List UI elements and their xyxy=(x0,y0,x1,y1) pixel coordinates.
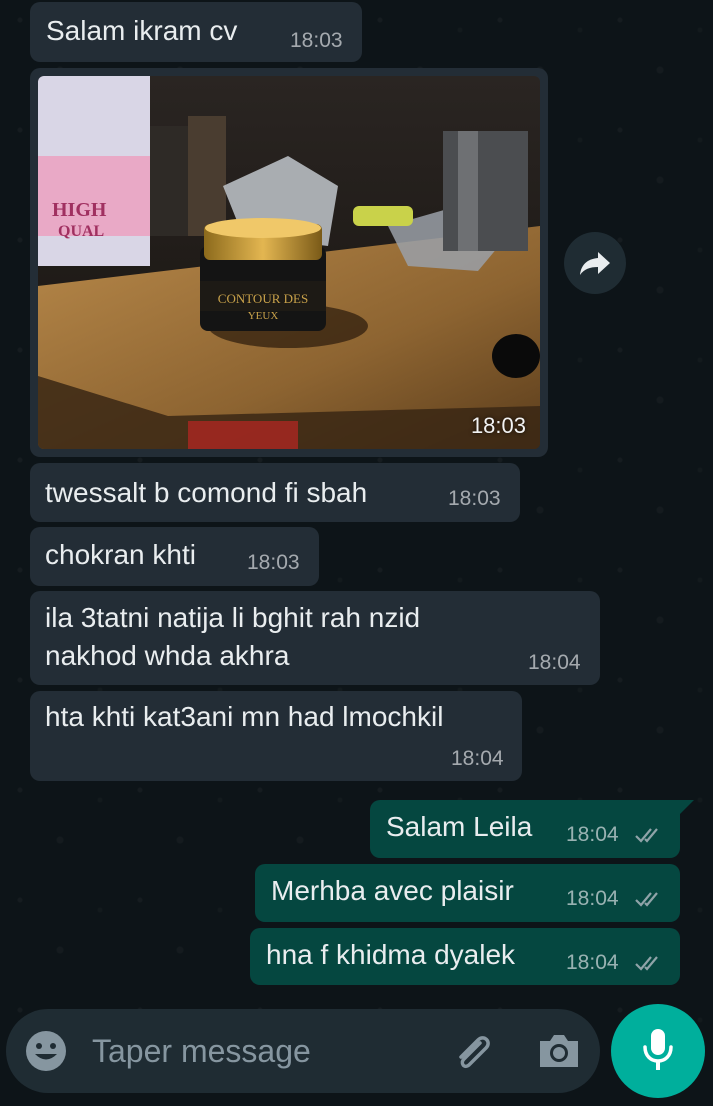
forward-icon xyxy=(580,252,610,275)
bubble-tail xyxy=(680,800,694,814)
message-time: 18:04 xyxy=(566,823,619,846)
message-composer[interactable]: Taper message xyxy=(6,1009,600,1093)
message-text: hta khti kat3ani mn had lmochkil xyxy=(45,701,444,732)
mic-icon xyxy=(643,1029,673,1070)
message-text: Salam Leila xyxy=(386,811,533,842)
message-text: twessalt b comond fi sbah xyxy=(45,477,368,508)
outgoing-message[interactable]: Merhba avec plaisir 18:04 xyxy=(255,864,680,922)
emoji-icon[interactable] xyxy=(24,1029,68,1073)
camera-icon[interactable] xyxy=(536,1031,582,1071)
message-time: 18:03 xyxy=(247,551,300,574)
message-text: chokran khti xyxy=(45,539,196,570)
read-ticks-icon xyxy=(635,892,658,907)
message-photo[interactable]: HIGH QUAL CONTOUR DES YEUX 18:03 xyxy=(38,76,540,449)
message-input[interactable]: Taper message xyxy=(92,1033,311,1070)
incoming-message[interactable]: twessalt b comond fi sbah 18:03 xyxy=(30,463,520,522)
message-time: 18:04 xyxy=(566,887,619,910)
outgoing-message[interactable]: Salam Leila 18:04 xyxy=(370,800,680,858)
svg-text:QUAL: QUAL xyxy=(58,223,104,240)
message-text-line-1: ila 3tatni natija li bghit rah nzid xyxy=(45,602,421,633)
incoming-message[interactable]: Salam ikram cv 18:03 xyxy=(30,2,362,62)
message-time: 18:04 xyxy=(566,951,619,974)
outgoing-message[interactable]: hna f khidma dyalek 18:04 xyxy=(250,928,680,985)
incoming-message[interactable]: hta khti kat3ani mn had lmochkil 18:04 xyxy=(30,691,522,781)
svg-text:CONTOUR DES: CONTOUR DES xyxy=(218,291,308,306)
photo-image: HIGH QUAL CONTOUR DES YEUX xyxy=(38,76,540,449)
incoming-message[interactable]: ila 3tatni natija li bghit rah nzid nakh… xyxy=(30,591,600,685)
svg-text:YEUX: YEUX xyxy=(248,310,279,322)
message-text: Salam ikram cv xyxy=(46,15,238,46)
incoming-message[interactable]: chokran khti 18:03 xyxy=(30,527,319,586)
message-time: 18:04 xyxy=(451,747,504,770)
message-text: hna f khidma dyalek xyxy=(266,939,516,970)
message-list[interactable]: Salam ikram cv 18:03 HIGH QUAL CONTOUR D… xyxy=(0,0,713,1000)
message-text: Merhba avec plaisir xyxy=(271,875,514,906)
forward-button[interactable] xyxy=(564,232,626,294)
paperclip-icon[interactable] xyxy=(450,1029,496,1075)
message-time: 18:03 xyxy=(290,29,343,52)
message-time: 18:04 xyxy=(528,651,581,674)
message-text-line-2: nakhod whda akhra xyxy=(45,640,290,671)
svg-text:HIGH: HIGH xyxy=(52,199,107,221)
read-ticks-icon xyxy=(635,956,658,971)
photo-time: 18:03 xyxy=(470,413,526,438)
voice-record-button[interactable] xyxy=(611,1004,705,1098)
message-time: 18:03 xyxy=(448,487,501,510)
read-ticks-icon xyxy=(635,828,658,843)
